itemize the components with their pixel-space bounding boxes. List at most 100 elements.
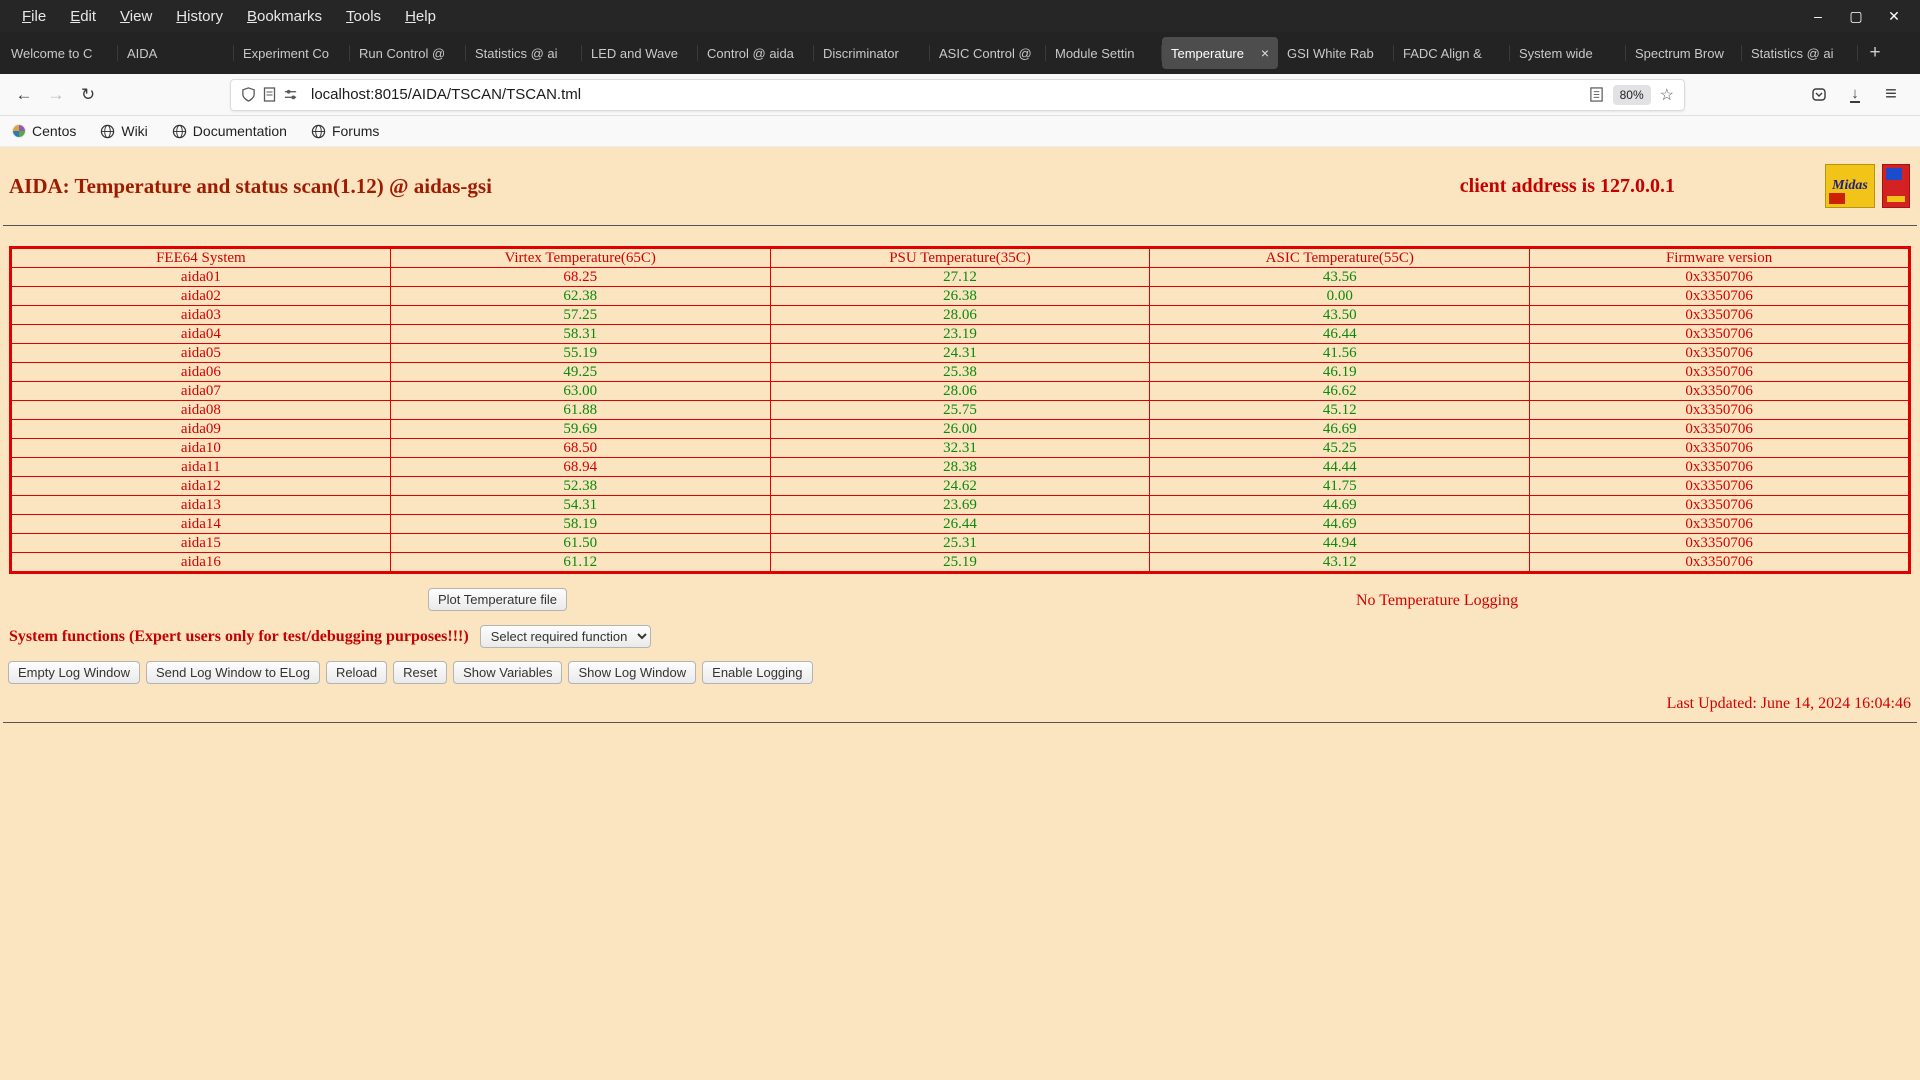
bookmark-forums[interactable]: Forums bbox=[311, 123, 379, 139]
firmware-version-cell: 0x3350706 bbox=[1529, 343, 1910, 363]
temperature-table: FEE64 System Virtex Temperature(65C) PSU… bbox=[9, 246, 1911, 574]
browser-tab[interactable]: System wide × bbox=[1510, 32, 1626, 74]
tab-label: Statistics @ ai bbox=[1751, 45, 1834, 61]
browser-tab[interactable]: Temperature × bbox=[1162, 37, 1278, 69]
browser-tab[interactable]: LED and Wave × bbox=[582, 32, 698, 74]
asic-temp-cell: 43.50 bbox=[1149, 305, 1531, 325]
close-icon[interactable]: ✕ bbox=[1884, 8, 1904, 25]
pocket-icon[interactable] bbox=[1803, 79, 1835, 111]
tab-label: ASIC Control @ bbox=[939, 45, 1032, 61]
bookmark-centos[interactable]: Centos bbox=[12, 123, 76, 139]
plot-temperature-button[interactable]: Plot Temperature file bbox=[428, 588, 567, 611]
tab-label: FADC Align & bbox=[1403, 45, 1482, 61]
menu-items: File Edit View History Bookmarks Tools H… bbox=[10, 8, 448, 25]
zoom-level[interactable]: 80% bbox=[1612, 84, 1651, 105]
browser-tab[interactable]: Experiment Co × bbox=[234, 32, 350, 74]
psu-temp-cell: 24.62 bbox=[769, 476, 1151, 496]
table-row: aida15 61.50 25.31 44.94 0x3350706 bbox=[10, 533, 1910, 553]
psu-temp-cell: 28.06 bbox=[769, 381, 1151, 401]
new-tab-icon[interactable]: + bbox=[1858, 32, 1892, 74]
fee64-system-cell: aida04 bbox=[10, 324, 391, 344]
reload-icon[interactable]: ↻ bbox=[72, 79, 104, 111]
psu-temp-cell: 26.00 bbox=[769, 419, 1151, 439]
menu-item[interactable]: History bbox=[164, 8, 235, 25]
app-menu-icon[interactable]: ≡ bbox=[1875, 83, 1907, 106]
reader-mode-icon[interactable] bbox=[1589, 87, 1604, 102]
browser-tab[interactable]: Run Control @ × bbox=[350, 32, 466, 74]
table-row: aida06 49.25 25.38 46.19 0x3350706 bbox=[10, 362, 1910, 382]
bookmark-label: Wiki bbox=[121, 123, 148, 139]
bookmarks-toolbar: Centos Wiki Documentation Forums bbox=[0, 116, 1920, 147]
psu-temp-cell: 23.69 bbox=[769, 495, 1151, 515]
psu-temp-cell: 23.19 bbox=[769, 324, 1151, 344]
back-icon[interactable]: ← bbox=[8, 79, 40, 111]
fee64-system-cell: aida15 bbox=[10, 533, 391, 553]
menu-item[interactable]: Help bbox=[393, 8, 448, 25]
last-updated: Last Updated: June 14, 2024 16:04:46 bbox=[0, 695, 1920, 713]
menu-item[interactable]: Bookmarks bbox=[235, 8, 334, 25]
fee64-system-cell: aida14 bbox=[10, 514, 391, 534]
globe-icon bbox=[172, 124, 187, 139]
log-action-button[interactable]: Enable Logging bbox=[702, 661, 813, 684]
virtex-temp-cell: 61.12 bbox=[389, 552, 771, 573]
table-row: aida01 68.25 27.12 43.56 0x3350706 bbox=[10, 267, 1910, 287]
browser-tab[interactable]: Module Settin × bbox=[1046, 32, 1162, 74]
log-action-button[interactable]: Empty Log Window bbox=[8, 661, 140, 684]
menu-item[interactable]: File bbox=[10, 8, 58, 25]
browser-tab[interactable]: Control @ aida × bbox=[698, 32, 814, 74]
tab-label: System wide bbox=[1519, 45, 1593, 61]
log-action-button[interactable]: Show Log Window bbox=[568, 661, 697, 684]
browser-tab[interactable]: Discriminator × bbox=[814, 32, 930, 74]
log-action-button[interactable]: Reload bbox=[325, 661, 388, 684]
browser-tab[interactable]: ASIC Control @ × bbox=[930, 32, 1046, 74]
log-action-button[interactable]: Send Log Window to ELog bbox=[146, 661, 320, 684]
virtex-temp-cell: 68.50 bbox=[389, 438, 771, 458]
tab-label: Experiment Co bbox=[243, 45, 329, 61]
browser-tab[interactable]: Welcome to C × bbox=[2, 32, 118, 74]
psu-temp-cell: 26.38 bbox=[769, 286, 1151, 306]
plot-row: Plot Temperature file No Temperature Log… bbox=[0, 588, 1920, 616]
asic-temp-cell: 43.12 bbox=[1149, 552, 1531, 573]
permissions-icon[interactable] bbox=[283, 87, 298, 102]
browser-tab[interactable]: Spectrum Brow × bbox=[1626, 32, 1742, 74]
column-header: Firmware version bbox=[1529, 247, 1910, 268]
menu-item[interactable]: View bbox=[108, 8, 164, 25]
maximize-icon[interactable]: ▢ bbox=[1846, 8, 1866, 25]
asic-temp-cell: 0.00 bbox=[1149, 286, 1531, 306]
log-action-button[interactable]: Show Variables bbox=[453, 661, 563, 684]
tab-label: Spectrum Brow bbox=[1635, 45, 1724, 61]
table-row: aida02 62.38 26.38 0.00 0x3350706 bbox=[10, 286, 1910, 306]
firmware-version-cell: 0x3350706 bbox=[1529, 267, 1910, 287]
url-text[interactable]: localhost:8015/AIDA/TSCAN/TSCAN.tml bbox=[311, 86, 1589, 103]
bookmark-star-icon[interactable]: ☆ bbox=[1660, 85, 1674, 105]
forward-icon[interactable]: → bbox=[40, 79, 72, 111]
bookmark-documentation[interactable]: Documentation bbox=[172, 123, 287, 139]
asic-temp-cell: 45.12 bbox=[1149, 400, 1531, 420]
browser-tab[interactable]: FADC Align & × bbox=[1394, 32, 1510, 74]
browser-tab[interactable]: GSI White Rab × bbox=[1278, 32, 1394, 74]
virtex-temp-cell: 49.25 bbox=[389, 362, 771, 382]
divider bbox=[3, 722, 1917, 723]
browser-tab[interactable]: Statistics @ ai × bbox=[1742, 32, 1858, 74]
column-header: Virtex Temperature(65C) bbox=[389, 247, 771, 268]
table-row: aida09 59.69 26.00 46.69 0x3350706 bbox=[10, 419, 1910, 439]
fair-logo bbox=[1882, 164, 1910, 208]
browser-tab[interactable]: AIDA × bbox=[118, 32, 234, 74]
menu-item[interactable]: Tools bbox=[334, 8, 393, 25]
virtex-temp-cell: 68.25 bbox=[389, 267, 771, 287]
column-header: FEE64 System bbox=[10, 247, 391, 268]
tab-close-icon[interactable]: × bbox=[1261, 45, 1269, 61]
function-select[interactable]: Select required function bbox=[479, 625, 651, 648]
bookmark-wiki[interactable]: Wiki bbox=[100, 123, 148, 139]
minimize-icon[interactable]: – bbox=[1808, 8, 1828, 24]
page-info-icon[interactable] bbox=[263, 87, 276, 102]
virtex-temp-cell: 68.94 bbox=[389, 457, 771, 477]
browser-tab[interactable]: Statistics @ ai × bbox=[466, 32, 582, 74]
shield-icon[interactable] bbox=[241, 87, 256, 102]
url-bar[interactable]: localhost:8015/AIDA/TSCAN/TSCAN.tml 80% … bbox=[230, 78, 1685, 111]
system-functions-row: System functions (Expert users only for … bbox=[0, 625, 1920, 648]
log-action-button[interactable]: Reset bbox=[393, 661, 448, 684]
downloads-icon[interactable]: ↓ bbox=[1839, 86, 1871, 103]
fee64-system-cell: aida01 bbox=[10, 267, 391, 287]
menu-item[interactable]: Edit bbox=[58, 8, 108, 25]
